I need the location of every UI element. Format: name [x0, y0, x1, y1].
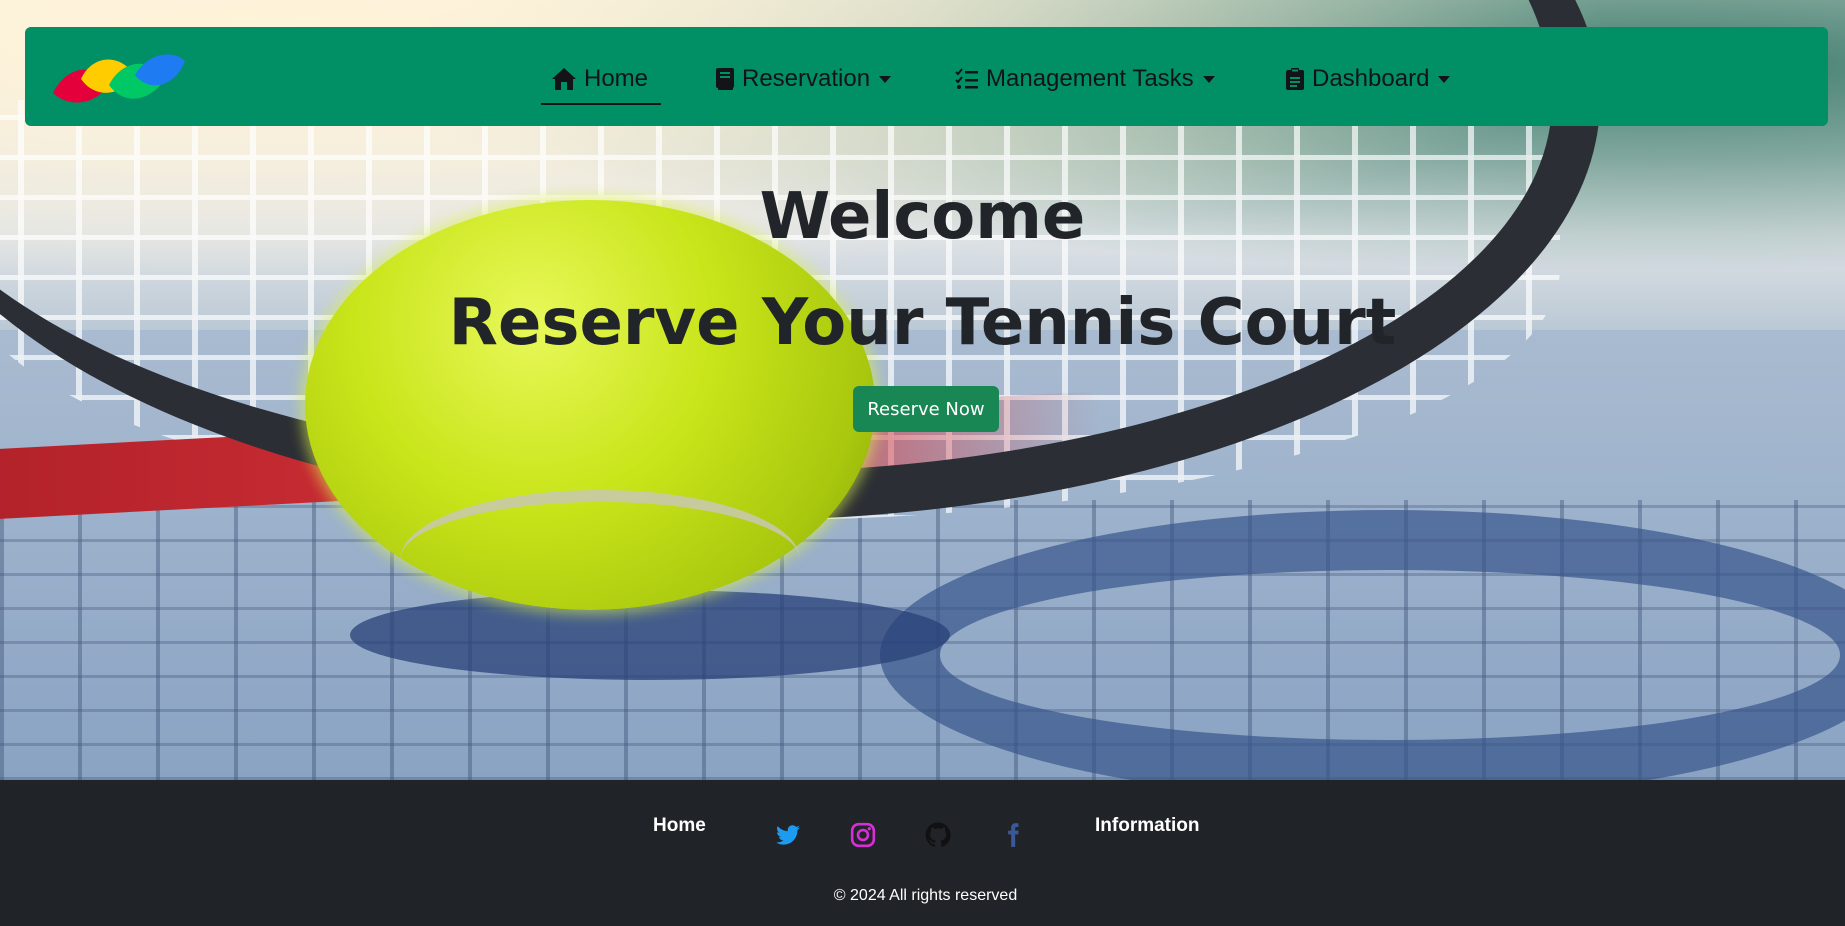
hero-title: Welcome: [759, 180, 1086, 254]
checklist-icon: [955, 68, 978, 89]
active-nav-underline: [541, 103, 661, 105]
chevron-down-icon: [1438, 75, 1451, 83]
nav-item-management-tasks[interactable]: Management Tasks: [955, 59, 1215, 99]
footer-link-information[interactable]: Information: [1095, 815, 1200, 837]
hero-tennis-ball-seam: [400, 490, 800, 630]
hero-subtitle: Reserve Your Tennis Court: [448, 286, 1397, 360]
nav-item-dashboard[interactable]: Dashboard: [1285, 59, 1451, 99]
twitter-icon[interactable]: [775, 822, 801, 848]
nav-menu: Home Reservation Management Tasks Dashbo…: [25, 27, 1828, 126]
chevron-down-icon: [1202, 75, 1215, 83]
footer-link-home[interactable]: Home: [653, 815, 706, 837]
navbar: Home Reservation Management Tasks Dashbo…: [25, 27, 1828, 126]
nav-item-label: Reservation: [742, 65, 871, 92]
copyright-text: © 2024 All rights reserved: [833, 887, 1018, 904]
house-icon: [552, 68, 576, 90]
nav-item-label: Dashboard: [1312, 65, 1430, 92]
book-icon: [716, 68, 734, 90]
reserve-now-button[interactable]: Reserve Now: [853, 386, 999, 432]
chevron-down-icon: [879, 75, 892, 83]
github-icon[interactable]: [925, 822, 951, 848]
facebook-icon[interactable]: [1000, 822, 1026, 848]
clipboard-icon: [1286, 68, 1304, 90]
nav-item-label: Home: [584, 65, 649, 92]
nav-item-reservation[interactable]: Reservation: [715, 59, 892, 99]
nav-item-home[interactable]: Home: [551, 59, 648, 99]
instagram-icon[interactable]: [850, 822, 876, 848]
page: Home Reservation Management Tasks Dashbo…: [0, 0, 1845, 926]
nav-item-label: Management Tasks: [986, 65, 1194, 92]
